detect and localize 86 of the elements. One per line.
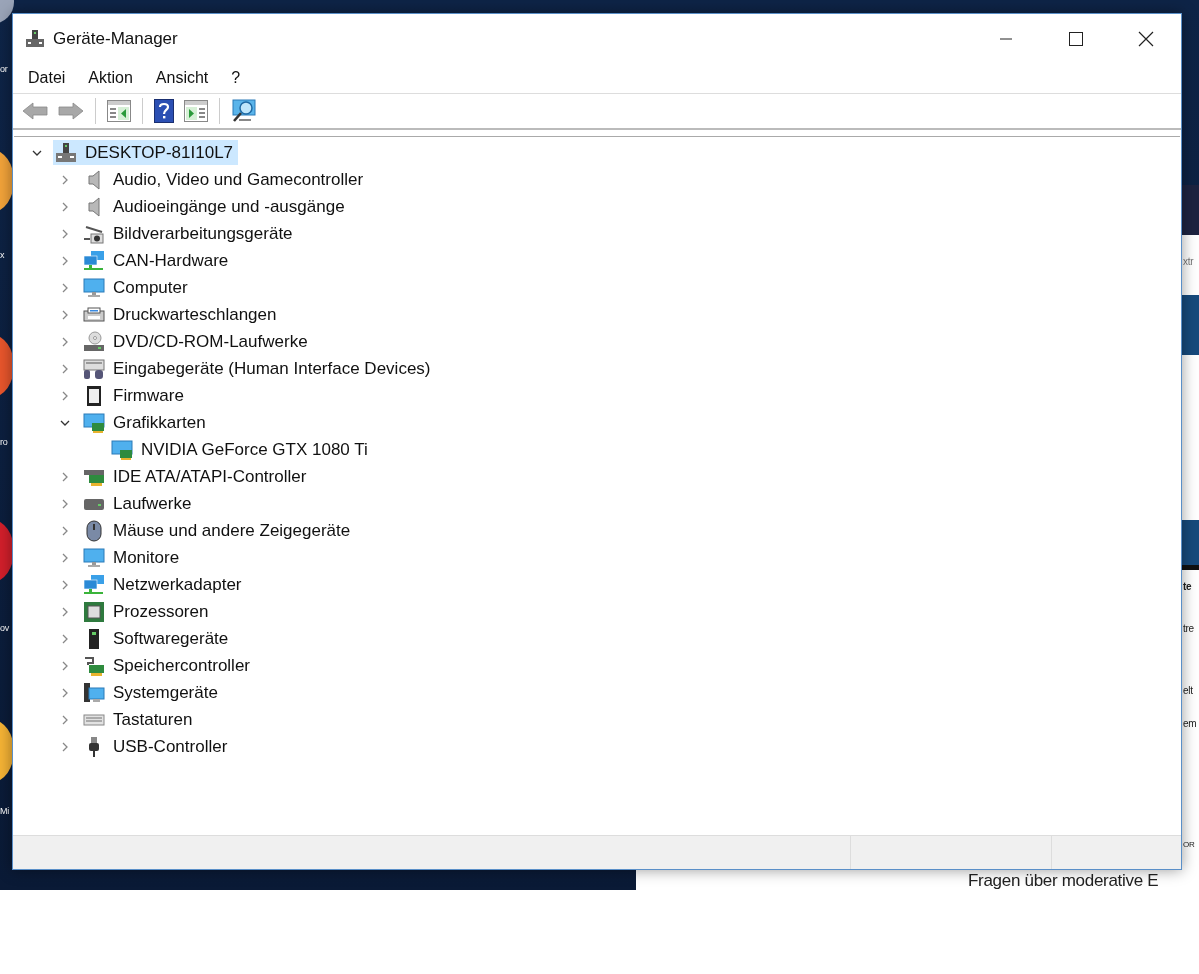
chevron-right-icon	[60, 633, 70, 644]
tree-item[interactable]: Tastaturen	[81, 707, 198, 732]
page-text: em	[1183, 717, 1197, 730]
tree-item[interactable]: USB-Controller	[81, 734, 233, 759]
window-pane-icon	[107, 100, 131, 122]
chevron-right-icon	[60, 579, 70, 590]
page-text: elt	[1183, 684, 1193, 697]
action-pane-button[interactable]	[181, 98, 211, 124]
storage-controller-icon	[83, 654, 105, 677]
page-text: OR	[1183, 839, 1195, 851]
tree-item[interactable]: Firmware	[81, 383, 189, 408]
monitor-magnifier-icon	[231, 99, 259, 123]
back-arrow-icon	[22, 101, 48, 121]
tree-item[interactable]: Netzwerkadapter	[81, 572, 247, 597]
window-pane-icon	[184, 100, 208, 122]
chevron-right-icon	[60, 228, 70, 239]
help-button[interactable]	[151, 97, 177, 125]
monitor-icon	[83, 276, 105, 299]
desktop-icon-label: ro	[0, 437, 8, 448]
chevron-right-icon	[60, 336, 70, 347]
console-tree-button[interactable]	[104, 98, 134, 124]
disc-drive-icon	[83, 330, 105, 353]
chevron-right-icon	[60, 282, 70, 293]
tree-item[interactable]: Mäuse und andere Zeigegeräte	[81, 518, 356, 543]
display-adapter-icon	[83, 411, 105, 434]
display-adapter-icon	[111, 438, 133, 461]
forward-arrow-icon	[58, 101, 84, 121]
menu-item[interactable]: Aktion	[79, 67, 142, 89]
maximize-icon	[1068, 30, 1084, 47]
chevron-right-icon	[60, 390, 70, 401]
tree-item[interactable]: DVD/CD-ROM-Laufwerke	[81, 329, 313, 354]
close-icon	[1138, 30, 1154, 47]
page-text: Fragen über moderative E	[968, 871, 1159, 890]
menu-item[interactable]: Datei	[19, 67, 75, 89]
tree-item[interactable]: Eingabegeräte (Human Interface Devices)	[81, 356, 436, 381]
chevron-right-icon	[60, 606, 70, 617]
computer-icon	[25, 28, 45, 49]
tree-item[interactable]: Speichercontroller	[81, 653, 255, 678]
menu-item[interactable]: Ansicht	[146, 67, 218, 89]
tree-item[interactable]: Audio, Video und Gamecontroller	[81, 167, 369, 192]
tree-item[interactable]: Grafikkarten	[81, 410, 211, 435]
menu-item[interactable]: ?	[222, 67, 250, 89]
tree-item[interactable]: Druckwarteschlangen	[81, 302, 282, 327]
tree-item[interactable]: Audioeingänge und -ausgänge	[81, 194, 350, 219]
tree-item[interactable]: Laufwerke	[81, 491, 197, 516]
desktop-icon-label: x	[0, 250, 5, 261]
chevron-right-icon	[60, 201, 70, 212]
chevron-right-icon	[60, 525, 70, 536]
desktop-icon-label: Mi	[0, 806, 9, 817]
mouse-icon	[83, 519, 105, 542]
tree-item[interactable]: NVIDIA GeForce GTX 1080 Ti	[109, 437, 373, 462]
chevron-right-icon	[60, 363, 70, 374]
tree-item[interactable]: DESKTOP-81I10L7	[53, 140, 239, 165]
input-device-icon	[83, 357, 105, 380]
minimize-icon	[999, 37, 1013, 40]
chevron-right-icon	[60, 660, 70, 671]
chevron-right-icon	[60, 255, 70, 266]
chevron-right-icon	[60, 552, 70, 563]
tree-item[interactable]: Computer	[81, 275, 193, 300]
chevron-right-icon	[60, 174, 70, 185]
tree-item[interactable]: Prozessoren	[81, 599, 214, 624]
help-icon	[154, 99, 174, 123]
network-icon	[83, 249, 105, 272]
tree-item[interactable]: Systemgeräte	[81, 680, 223, 705]
tree-item[interactable]: IDE ATA/ATAPI-Controller	[81, 464, 312, 489]
desktop-icon-label: ov	[0, 623, 9, 634]
page-text: tre	[1183, 622, 1194, 635]
monitor-icon	[83, 546, 105, 569]
chevron-right-icon	[60, 309, 70, 320]
page-text: xtr	[1183, 255, 1194, 268]
chevron-right-icon	[60, 498, 70, 509]
tree-item[interactable]: Monitore	[81, 545, 185, 570]
tree-item[interactable]: Softwaregeräte	[81, 626, 234, 651]
tree-item[interactable]: Bildverarbeitungsgeräte	[81, 221, 298, 246]
chevron-right-icon	[60, 741, 70, 752]
chevron-right-icon	[60, 714, 70, 725]
window-title: Geräte-Manager	[53, 28, 178, 49]
processor-icon	[83, 600, 105, 623]
tree-item[interactable]: CAN-Hardware	[81, 248, 234, 273]
computer-icon	[55, 141, 77, 164]
page-text: te	[1183, 580, 1192, 593]
chevron-right-icon	[60, 471, 70, 482]
network-icon	[83, 573, 105, 596]
chevron-right-icon	[60, 687, 70, 698]
system-device-icon	[83, 681, 105, 704]
desktop-icon-label: or	[0, 64, 8, 75]
